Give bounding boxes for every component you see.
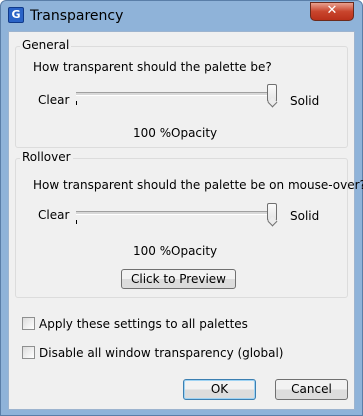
app-icon: G (8, 7, 24, 23)
general-question: How transparent should the palette be? (33, 60, 272, 74)
general-opacity-value: 100 % (133, 126, 172, 140)
rollover-opacity-value: 100 % (133, 244, 172, 258)
disable-transparency-checkbox[interactable] (22, 346, 35, 359)
general-solid-label: Solid (290, 94, 320, 108)
rollover-group-title: Rollover (20, 150, 73, 164)
general-slider-track[interactable] (76, 92, 272, 96)
apply-all-checkbox[interactable] (22, 317, 35, 330)
title-bar[interactable]: G Transparency ✕ (1, 1, 362, 31)
rollover-group: Rollover How transparent should the pale… (15, 150, 363, 298)
general-group-title: General (20, 38, 72, 52)
rollover-opacity-unit: Opacity (171, 244, 218, 258)
rollover-question: How transparent should the palette be on… (33, 178, 363, 192)
dialog-body: General How transparent should the palet… (8, 31, 363, 410)
click-to-preview-button[interactable]: Click to Preview (121, 269, 236, 289)
apply-all-label[interactable]: Apply these settings to all palettes (39, 317, 248, 331)
rollover-slider-track[interactable] (76, 211, 272, 215)
disable-transparency-label[interactable]: Disable all window transparency (global) (39, 346, 283, 360)
transparency-window: G Transparency ✕ General How transparent… (0, 0, 363, 416)
general-slider-thumb[interactable] (267, 84, 277, 102)
general-group: General How transparent should the palet… (15, 38, 348, 148)
rollover-solid-label: Solid (290, 209, 320, 223)
general-clear-label: Clear (38, 93, 70, 107)
cancel-button[interactable]: Cancel (275, 379, 348, 400)
rollover-clear-label: Clear (38, 208, 70, 222)
tick (76, 220, 77, 224)
rollover-slider-thumb[interactable] (267, 203, 277, 221)
close-button[interactable]: ✕ (310, 2, 354, 21)
general-slider-ticks (76, 101, 272, 105)
rollover-slider-ticks (76, 220, 272, 224)
general-opacity-unit: Opacity (171, 126, 218, 140)
tick (76, 101, 77, 105)
ok-button[interactable]: OK (183, 379, 256, 400)
window-title: Transparency (30, 8, 124, 24)
